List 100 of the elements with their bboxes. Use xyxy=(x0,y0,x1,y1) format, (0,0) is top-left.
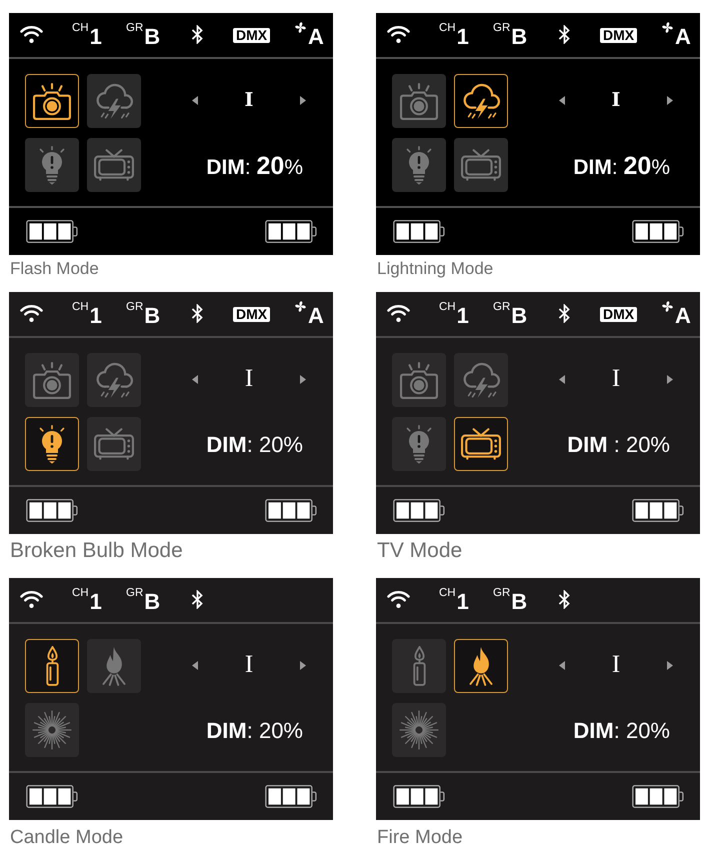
caret-left-icon[interactable] xyxy=(192,660,198,670)
selector-value: I xyxy=(244,653,254,677)
selector-value: I xyxy=(612,367,620,391)
mode-caption: Lightning Mode xyxy=(376,259,494,279)
storm-cloud-icon xyxy=(462,82,500,120)
bluetooth-icon xyxy=(191,25,203,44)
lightbulb-exclamation-icon xyxy=(39,146,65,184)
selector-value: I xyxy=(244,367,254,391)
lightbulb-exclamation-icon xyxy=(406,424,432,464)
caret-right-icon[interactable] xyxy=(300,96,306,104)
wifi-icon xyxy=(20,26,43,43)
bluetooth-icon xyxy=(558,25,570,44)
channel-value: 1 xyxy=(456,305,469,327)
storm-cloud-icon xyxy=(96,362,132,398)
caret-right-icon[interactable] xyxy=(300,660,306,670)
mode-button[interactable] xyxy=(25,417,79,471)
channel-value: 1 xyxy=(90,305,102,327)
camera-icon xyxy=(400,362,438,398)
mode-caption: Broken Bulb Mode xyxy=(9,539,183,563)
bluetooth-icon xyxy=(558,304,570,323)
battery-icon xyxy=(265,785,317,808)
tv-icon xyxy=(461,149,501,181)
mode-button[interactable] xyxy=(454,74,508,128)
group-value: B xyxy=(144,26,160,48)
battery-icon xyxy=(393,785,445,808)
wifi-icon xyxy=(387,26,410,43)
camera-icon xyxy=(33,82,71,120)
camera-icon xyxy=(33,362,71,398)
dim-readout: DIM: 20% xyxy=(206,432,303,458)
channel-value: 1 xyxy=(456,26,469,48)
channel-label: CH xyxy=(439,587,456,599)
caret-left-icon[interactable] xyxy=(559,660,565,670)
selector-value: I xyxy=(244,88,254,112)
group-label: GR xyxy=(493,301,510,313)
caret-left-icon[interactable] xyxy=(559,374,565,384)
fan-icon xyxy=(662,22,673,33)
caret-right-icon[interactable] xyxy=(300,374,306,384)
battery-icon xyxy=(26,785,78,808)
dim-readout: DIM: 20% xyxy=(206,718,303,744)
tv-icon xyxy=(461,428,501,460)
battery-icon xyxy=(632,785,684,808)
channel-value: 1 xyxy=(90,591,102,613)
fan-mode-value: A xyxy=(308,305,324,327)
dim-readout: DIM: 20% xyxy=(206,153,303,181)
mode-button[interactable] xyxy=(454,639,508,693)
battery-icon xyxy=(26,499,78,522)
group-label: GR xyxy=(126,22,144,34)
battery-icon xyxy=(632,220,684,243)
dmx-indicator: DMX xyxy=(600,307,638,322)
battery-icon xyxy=(265,220,317,243)
fan-icon xyxy=(295,301,306,312)
mode-caption: Fire Mode xyxy=(376,827,463,849)
fan-icon xyxy=(662,301,673,312)
fan-icon xyxy=(295,22,306,33)
battery-icon xyxy=(632,499,684,522)
group-value: B xyxy=(511,305,528,327)
group-value: B xyxy=(144,591,160,613)
starburst-icon xyxy=(32,710,72,750)
group-value: B xyxy=(511,26,528,48)
candle-icon xyxy=(412,646,426,686)
bluetooth-icon xyxy=(191,590,203,609)
battery-icon xyxy=(393,499,445,522)
caret-right-icon[interactable] xyxy=(666,374,673,384)
battery-icon xyxy=(265,499,317,522)
candle-icon xyxy=(46,646,58,686)
mode-button[interactable] xyxy=(454,417,508,471)
wifi-icon xyxy=(20,591,43,608)
group-label: GR xyxy=(126,301,144,313)
bluetooth-icon xyxy=(191,304,203,323)
campfire-icon xyxy=(102,646,126,686)
dim-readout: DIM: 20% xyxy=(573,718,670,744)
dim-readout: DIM : 20% xyxy=(567,432,670,458)
dmx-indicator: DMX xyxy=(233,307,270,322)
group-value: B xyxy=(144,305,160,327)
caret-right-icon[interactable] xyxy=(666,660,673,670)
wifi-icon xyxy=(387,591,410,608)
fan-mode-value: A xyxy=(675,305,691,327)
mode-caption: TV Mode xyxy=(376,539,462,563)
channel-value: 1 xyxy=(456,591,469,613)
tv-icon xyxy=(94,428,134,460)
dim-readout: DIM: 20% xyxy=(573,153,670,181)
camera-icon xyxy=(400,82,438,120)
channel-label: CH xyxy=(72,587,89,599)
caret-right-icon[interactable] xyxy=(666,96,673,104)
mode-button[interactable] xyxy=(25,639,79,693)
caret-left-icon[interactable] xyxy=(559,96,565,104)
selector-value: I xyxy=(612,653,620,677)
fan-mode-value: A xyxy=(308,26,324,48)
lightbulb-exclamation-icon xyxy=(406,146,432,184)
caret-left-icon[interactable] xyxy=(192,96,198,104)
wifi-icon xyxy=(20,305,43,322)
caret-left-icon[interactable] xyxy=(192,374,198,384)
storm-cloud-icon xyxy=(96,82,132,120)
campfire-icon xyxy=(469,646,493,686)
mode-caption: Candle Mode xyxy=(9,827,124,849)
mode-caption: Flash Mode xyxy=(9,259,99,279)
dmx-indicator: DMX xyxy=(600,28,638,43)
mode-button[interactable] xyxy=(25,74,79,128)
selector-value: I xyxy=(612,88,620,112)
tv-icon xyxy=(94,149,134,181)
